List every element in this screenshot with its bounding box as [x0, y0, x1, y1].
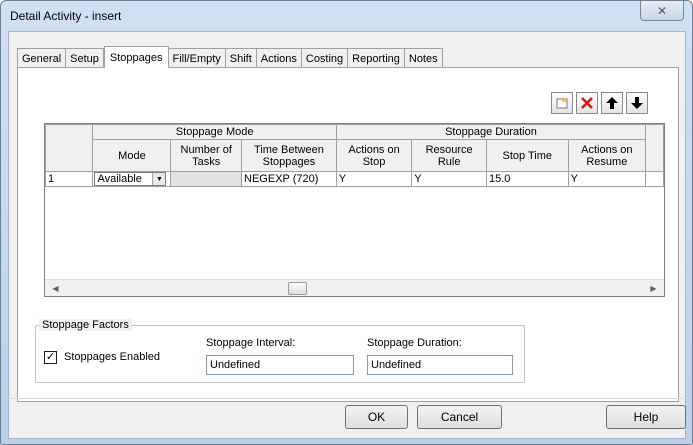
stoppages-grid: Stoppage Mode Stoppage Duration Mode Num…: [44, 123, 665, 297]
tab-costing[interactable]: Costing: [301, 48, 349, 68]
horizontal-scrollbar[interactable]: ◀ ▶: [45, 279, 664, 296]
dialog-window: Detail Activity - insert ✕ General Setup…: [0, 0, 693, 445]
group-header-stoppage-mode: Stoppage Mode: [92, 124, 337, 140]
actions-on-resume-cell[interactable]: Y: [567, 171, 647, 187]
tab-reporting[interactable]: Reporting: [348, 48, 405, 68]
scroll-left-icon[interactable]: ◀: [47, 280, 64, 296]
grid-header-filler: [645, 124, 664, 172]
time-between-cell[interactable]: NEGEXP (720): [241, 171, 337, 187]
col-resource-rule-label: Resource Rule: [425, 143, 473, 168]
stoppage-interval-label: Stoppage Interval:: [206, 337, 296, 349]
move-up-icon: [606, 97, 618, 109]
tab-strip: General Setup Stoppages Fill/Empty Shift…: [17, 46, 443, 68]
col-number-of-tasks[interactable]: Number of Tasks: [170, 139, 243, 172]
stoppage-factors-title: Stoppage Factors: [39, 319, 132, 331]
title-bar: Detail Activity - insert ✕: [1, 1, 692, 31]
tab-fill-empty[interactable]: Fill/Empty: [168, 48, 226, 68]
table-row[interactable]: 1 Available ▼ NEGEXP (720) Y Y 15.0 Y: [45, 171, 664, 187]
row-number[interactable]: 1: [45, 171, 94, 187]
delete-row-button[interactable]: [576, 92, 598, 114]
col-actions-on-resume[interactable]: Actions on Resume: [567, 139, 647, 172]
mode-cell[interactable]: Available ▼: [92, 171, 172, 187]
move-up-button[interactable]: [601, 92, 623, 114]
actions-on-stop-cell[interactable]: Y: [335, 171, 413, 187]
stoppages-enabled-checkbox[interactable]: ✓: [44, 351, 57, 364]
close-button[interactable]: ✕: [640, 1, 684, 21]
tasks-cell[interactable]: [170, 171, 243, 187]
stop-time-cell[interactable]: 15.0: [485, 171, 569, 187]
stoppages-enabled-label: Stoppages Enabled: [64, 351, 161, 363]
chevron-down-icon[interactable]: ▼: [152, 173, 166, 185]
tab-stoppages[interactable]: Stoppages: [103, 46, 169, 68]
scroll-right-icon[interactable]: ▶: [645, 280, 662, 296]
new-row-button[interactable]: [551, 92, 573, 114]
tab-notes[interactable]: Notes: [404, 48, 443, 68]
stoppage-duration-label: Stoppage Duration:: [367, 337, 462, 349]
ok-button[interactable]: OK: [345, 405, 408, 429]
footer-divider: [8, 398, 686, 399]
delete-row-icon: [581, 97, 593, 109]
help-button[interactable]: Help: [606, 405, 686, 429]
tab-actions[interactable]: Actions: [256, 48, 302, 68]
col-time-between[interactable]: Time Between Stoppages: [241, 139, 337, 172]
cancel-button[interactable]: Cancel: [417, 405, 502, 429]
tab-shift[interactable]: Shift: [225, 48, 257, 68]
scroll-thumb[interactable]: [288, 282, 307, 295]
close-icon: ✕: [656, 3, 668, 18]
col-resource-rule[interactable]: Resource Rule: [411, 139, 487, 172]
tab-general[interactable]: General: [17, 48, 67, 68]
row-header-corner: [45, 124, 94, 172]
mode-value: Available: [97, 173, 142, 185]
mode-select[interactable]: Available ▼: [94, 172, 167, 186]
resource-rule-cell[interactable]: Y: [411, 171, 487, 187]
group-header-stoppage-duration: Stoppage Duration: [335, 124, 647, 140]
col-mode[interactable]: Mode: [92, 139, 172, 172]
move-down-icon: [631, 97, 643, 109]
col-actions-on-stop-label: Actions on Stop: [348, 143, 400, 168]
new-row-icon: [556, 97, 568, 109]
move-down-button[interactable]: [626, 92, 648, 114]
col-time-between-label: Time Between Stoppages: [253, 143, 324, 168]
col-actions-on-resume-label: Actions on Resume: [581, 143, 633, 168]
tab-setup[interactable]: Setup: [66, 48, 104, 68]
stoppage-interval-field[interactable]: Undefined: [206, 355, 354, 375]
row-filler-cell: [645, 171, 664, 187]
stoppages-table: Stoppage Mode Stoppage Duration Mode Num…: [45, 124, 664, 187]
col-actions-on-stop[interactable]: Actions on Stop: [335, 139, 413, 172]
window-title: Detail Activity - insert: [10, 9, 122, 23]
col-stop-time[interactable]: Stop Time: [485, 139, 569, 172]
col-number-of-tasks-label: Number of Tasks: [180, 143, 232, 168]
stoppage-duration-field[interactable]: Undefined: [367, 355, 513, 375]
